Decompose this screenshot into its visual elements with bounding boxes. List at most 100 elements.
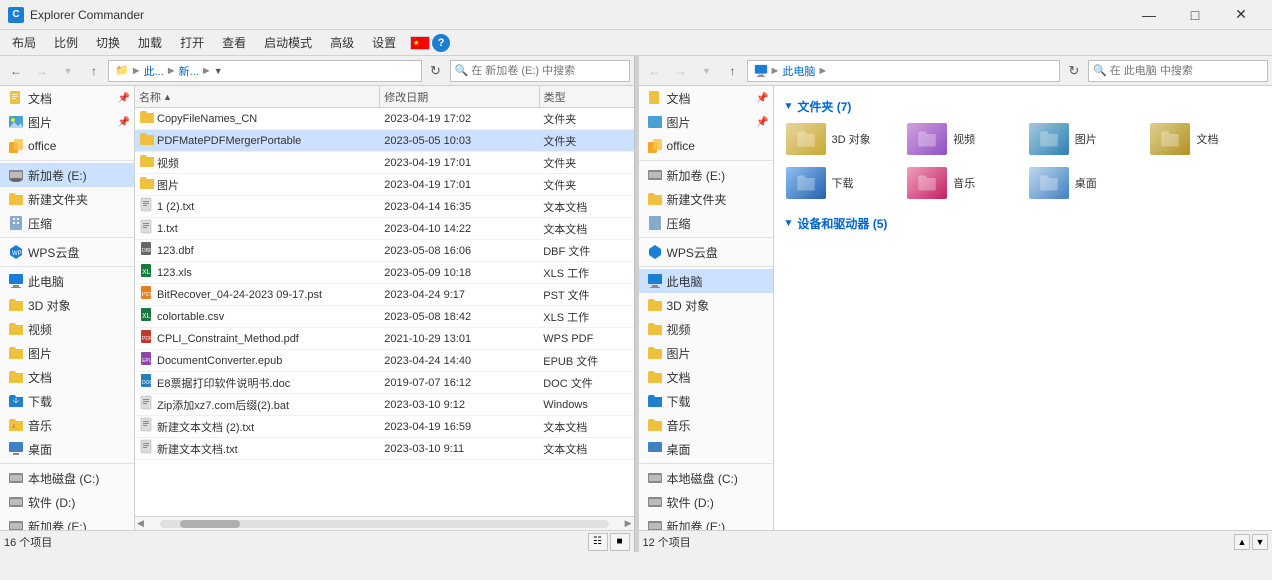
left-refresh-button[interactable]: ↻: [424, 59, 448, 83]
folder-item[interactable]: 3D 对象: [782, 119, 900, 159]
file-row[interactable]: 1.txt 2023-04-10 14:22 文本文档: [135, 218, 634, 240]
right-scroll-down-btn[interactable]: ▼: [1252, 534, 1268, 550]
right-sidebar-item-video[interactable]: 视频: [639, 317, 773, 341]
file-row[interactable]: XLS 123.xls 2023-05-09 10:18 XLS 工作: [135, 262, 634, 284]
right-up-button[interactable]: ↑: [721, 59, 745, 83]
sidebar-item-video[interactable]: 视频: [0, 317, 134, 341]
file-row[interactable]: 视频 2023-04-19 17:01 文件夹: [135, 152, 634, 174]
left-back-button[interactable]: ←: [4, 59, 28, 83]
left-path-seg2[interactable]: 新...: [179, 63, 199, 79]
sidebar-item-softd[interactable]: 软件 (D:): [0, 490, 134, 514]
file-row[interactable]: PDFMatePDFMergerPortable 2023-05-05 10:0…: [135, 130, 634, 152]
right-sidebar-item-office[interactable]: office: [639, 134, 773, 158]
menu-settings[interactable]: 设置: [364, 32, 404, 53]
file-row[interactable]: CopyFileNames_CN 2023-04-19 17:02 文件夹: [135, 108, 634, 130]
hscroll-thumb[interactable]: [180, 520, 240, 528]
right-sidebar-item-image[interactable]: 图片: [639, 341, 773, 365]
right-back-button[interactable]: ←: [643, 59, 667, 83]
right-sidebar-item-music[interactable]: 音乐: [639, 413, 773, 437]
left-search-input[interactable]: [471, 65, 624, 77]
menu-switch[interactable]: 切换: [88, 32, 128, 53]
sidebar-item-newvol[interactable]: 新加卷 (E:): [0, 163, 134, 187]
file-row[interactable]: 新建文本文档 (2).txt 2023-04-19 16:59 文本文档: [135, 416, 634, 438]
folder-item[interactable]: 音乐: [903, 163, 1021, 203]
sidebar-item-docs[interactable]: 文档 📌: [0, 86, 134, 110]
help-button[interactable]: ?: [432, 34, 450, 52]
file-row[interactable]: PST BitRecover_04-24-2023 09-17.pst 2023…: [135, 284, 634, 306]
right-dropdown-button[interactable]: ▼: [695, 59, 719, 83]
maximize-button[interactable]: □: [1172, 0, 1218, 30]
folder-item[interactable]: 桌面: [1025, 163, 1143, 203]
menu-view[interactable]: 查看: [214, 32, 254, 53]
menu-launch[interactable]: 启动模式: [256, 32, 320, 53]
right-sidebar-item-wps[interactable]: WPS云盘: [639, 240, 773, 264]
sidebar-item-download[interactable]: 下载: [0, 389, 134, 413]
hscroll-left-btn[interactable]: ◀: [135, 518, 146, 529]
left-path-dropdown[interactable]: ▼: [214, 66, 223, 76]
right-forward-button[interactable]: →: [669, 59, 693, 83]
file-row[interactable]: DBF 123.dbf 2023-05-08 16:06 DBF 文件: [135, 240, 634, 262]
right-path-thispc[interactable]: 此电脑: [782, 63, 815, 79]
left-path-seg1[interactable]: 此...: [144, 63, 164, 79]
left-view-thumb-btn[interactable]: ■: [610, 533, 630, 551]
col-header-type[interactable]: 类型: [540, 86, 634, 107]
menu-load[interactable]: 加载: [130, 32, 170, 53]
folder-item[interactable]: 下载: [782, 163, 900, 203]
right-sidebar-item-desktop[interactable]: 桌面: [639, 437, 773, 461]
right-sidebar-item-pics[interactable]: 图片 📌: [639, 110, 773, 134]
hscroll-right-btn[interactable]: ▶: [623, 518, 634, 529]
sidebar-item-music[interactable]: ♪ 音乐: [0, 413, 134, 437]
col-header-date[interactable]: 修改日期: [380, 86, 539, 107]
right-sidebar-item-newe[interactable]: 新加卷 (E:): [639, 514, 773, 530]
sidebar-item-localc[interactable]: 本地磁盘 (C:): [0, 466, 134, 490]
left-forward-button[interactable]: →: [30, 59, 54, 83]
sidebar-item-office[interactable]: office: [0, 134, 134, 158]
sidebar-item-newfolder[interactable]: 新建文件夹: [0, 187, 134, 211]
file-row[interactable]: 新建文本文档.txt 2023-03-10 9:11 文本文档: [135, 438, 634, 460]
right-sidebar-item-localc[interactable]: 本地磁盘 (C:): [639, 466, 773, 490]
sidebar-item-wps[interactable]: WPS WPS云盘: [0, 240, 134, 264]
sidebar-item-doc2[interactable]: 文档: [0, 365, 134, 389]
file-row[interactable]: DOC E8票据打印软件说明书.doc 2019-07-07 16:12 DOC…: [135, 372, 634, 394]
right-refresh-button[interactable]: ↻: [1062, 59, 1086, 83]
right-sidebar-item-compress[interactable]: 压缩: [639, 211, 773, 235]
devices-group-header[interactable]: ▼ 设备和驱动器 (5): [782, 211, 1265, 236]
sidebar-item-newe[interactable]: 新加卷 (E:): [0, 514, 134, 530]
menu-open[interactable]: 打开: [172, 32, 212, 53]
left-hscroll[interactable]: ◀ ▶: [135, 516, 634, 530]
folder-item[interactable]: 视频: [903, 119, 1021, 159]
sidebar-item-image[interactable]: 图片: [0, 341, 134, 365]
sidebar-item-compress[interactable]: 压缩: [0, 211, 134, 235]
file-row[interactable]: Zip添加xz7.com后缀(2).bat 2023-03-10 9:12 Wi…: [135, 394, 634, 416]
right-sidebar-item-dl[interactable]: 下载: [639, 389, 773, 413]
right-sidebar-item-doc2[interactable]: 文档: [639, 365, 773, 389]
right-sidebar-item-thispc[interactable]: 此电脑: [639, 269, 773, 293]
menu-advanced[interactable]: 高级: [322, 32, 362, 53]
menu-ratio[interactable]: 比例: [46, 32, 86, 53]
sidebar-item-thispc[interactable]: 此电脑: [0, 269, 134, 293]
file-row[interactable]: PDF CPLI_Constraint_Method.pdf 2021-10-2…: [135, 328, 634, 350]
file-row[interactable]: 1 (2).txt 2023-04-14 16:35 文本文档: [135, 196, 634, 218]
right-sidebar-item-newvol[interactable]: 新加卷 (E:): [639, 163, 773, 187]
close-button[interactable]: ✕: [1218, 0, 1264, 30]
right-sidebar-item-3d[interactable]: 3D 对象: [639, 293, 773, 317]
right-scroll-up-btn[interactable]: ▲: [1234, 534, 1250, 550]
right-search-input[interactable]: [1110, 65, 1263, 77]
file-row[interactable]: 图片 2023-04-19 17:01 文件夹: [135, 174, 634, 196]
col-header-name[interactable]: 名称 ▲: [135, 86, 380, 107]
minimize-button[interactable]: —: [1126, 0, 1172, 30]
right-sidebar-item-newfolder[interactable]: 新建文件夹: [639, 187, 773, 211]
sidebar-item-desktop[interactable]: 桌面: [0, 437, 134, 461]
right-sidebar-item-docs[interactable]: 文档 📌: [639, 86, 773, 110]
left-up-button[interactable]: ↑: [82, 59, 106, 83]
left-view-list-btn[interactable]: ☷: [588, 533, 608, 551]
sidebar-item-pics[interactable]: 图片 📌: [0, 110, 134, 134]
folder-item[interactable]: 图片: [1025, 119, 1143, 159]
left-dropdown-button[interactable]: ▼: [56, 59, 80, 83]
menu-layout[interactable]: 布局: [4, 32, 44, 53]
file-row[interactable]: EPUB DocumentConverter.epub 2023-04-24 1…: [135, 350, 634, 372]
sidebar-item-3d[interactable]: 3D 对象: [0, 293, 134, 317]
folders-group-header[interactable]: ▼ 文件夹 (7): [782, 94, 1265, 119]
right-sidebar-item-softd[interactable]: 软件 (D:): [639, 490, 773, 514]
file-row[interactable]: XLS colortable.csv 2023-05-08 18:42 XLS …: [135, 306, 634, 328]
